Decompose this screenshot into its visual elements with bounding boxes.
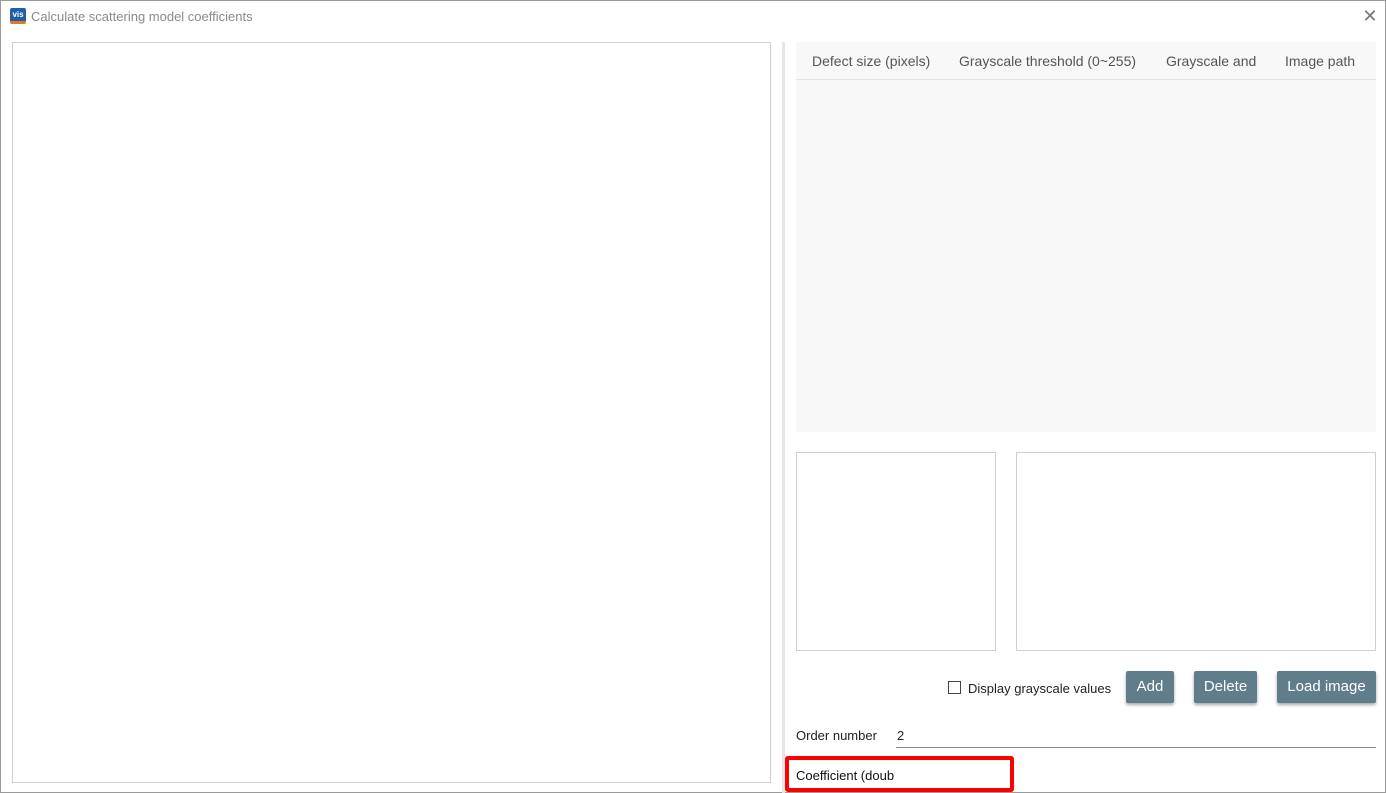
- column-header-grayscale-threshold[interactable]: Grayscale threshold (0~255): [959, 53, 1136, 69]
- app-logo-icon: vis: [10, 8, 26, 24]
- defect-table[interactable]: Defect size (pixels) Grayscale threshold…: [796, 42, 1376, 432]
- window-title: Calculate scattering model coefficients: [31, 9, 253, 24]
- close-icon[interactable]: ✕: [1359, 5, 1381, 27]
- delete-button[interactable]: Delete: [1194, 671, 1257, 703]
- order-number-label: Order number: [796, 728, 877, 743]
- defect-preview-large: [1016, 452, 1376, 651]
- column-header-defect-size[interactable]: Defect size (pixels): [812, 53, 930, 69]
- panel-splitter[interactable]: [782, 42, 785, 793]
- defect-preview-small: [796, 452, 996, 651]
- display-grayscale-checkbox[interactable]: [948, 681, 961, 694]
- title-bar: vis Calculate scattering model coefficie…: [1, 1, 1385, 33]
- coefficient-label[interactable]: Coefficient (doub: [796, 768, 894, 783]
- image-canvas[interactable]: [12, 42, 771, 783]
- order-number-input[interactable]: [896, 723, 1376, 748]
- add-button[interactable]: Add: [1126, 671, 1174, 703]
- column-header-grayscale-and[interactable]: Grayscale and: [1166, 53, 1256, 69]
- main-window: vis Calculate scattering model coefficie…: [0, 0, 1386, 793]
- column-header-image-path[interactable]: Image path: [1285, 53, 1355, 69]
- table-header: Defect size (pixels) Grayscale threshold…: [796, 42, 1376, 80]
- display-grayscale-label: Display grayscale values: [968, 681, 1112, 696]
- load-image-button[interactable]: Load image: [1277, 671, 1376, 703]
